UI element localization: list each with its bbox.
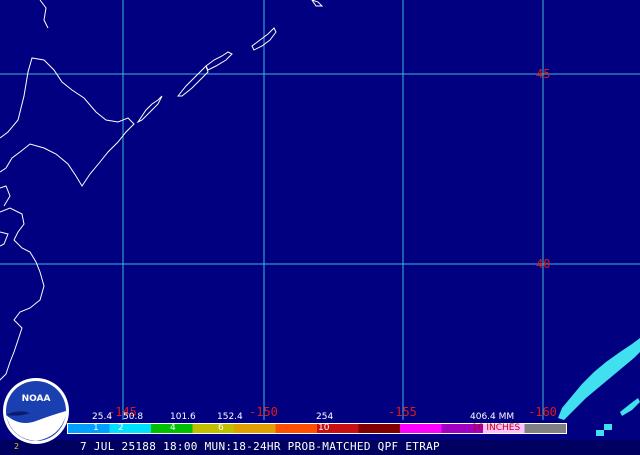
noaa-logo-icon: NOAA xyxy=(3,378,69,444)
lon-label-150: -150 xyxy=(249,405,278,419)
legend-mm-value: 50.8 xyxy=(123,412,144,422)
lat-label-45: 45 xyxy=(536,67,551,81)
noaa-logo-text: NOAA xyxy=(22,394,51,404)
lon-label-155: -155 xyxy=(388,405,417,419)
legend-mm-value: 101.6 xyxy=(170,412,196,422)
precip-streak xyxy=(558,338,640,436)
legend-mm-value: 25.4 xyxy=(92,412,113,422)
northwest-coast xyxy=(39,0,49,29)
kuril-island-2 xyxy=(176,65,209,97)
qpf-map: 45 40 -145 -150 -155 -160 25.4 50.8 101.… xyxy=(0,0,640,455)
legend-inch-label: 4 xyxy=(170,423,176,433)
legend-inch-label: 10 xyxy=(318,423,330,433)
legend-mm-value: 152.4 xyxy=(217,412,243,422)
coastline-fragment xyxy=(0,231,9,247)
kuril-island-3 xyxy=(205,51,233,71)
legend-inch-label: 6 xyxy=(218,423,224,433)
kuril-island-1 xyxy=(136,95,163,124)
map-caption: 7 JUL 25188 18:00 MUN:18-24HR PROB-MATCH… xyxy=(80,440,440,453)
legend-mm-value: 254 xyxy=(316,412,334,422)
lon-label-160: -160 xyxy=(528,405,557,419)
peninsula-coastline xyxy=(0,185,11,207)
legend-inch-label: 1 xyxy=(93,423,99,433)
legend-inch-label: 2 xyxy=(118,423,124,433)
lat-label-40: 40 xyxy=(536,257,551,271)
legend-inch-label: 16 INCHES xyxy=(472,423,521,433)
kuril-island-5 xyxy=(311,0,324,7)
hokkaido-coastline xyxy=(0,57,135,187)
legend-mm-value: 406.4 MM xyxy=(470,412,515,422)
